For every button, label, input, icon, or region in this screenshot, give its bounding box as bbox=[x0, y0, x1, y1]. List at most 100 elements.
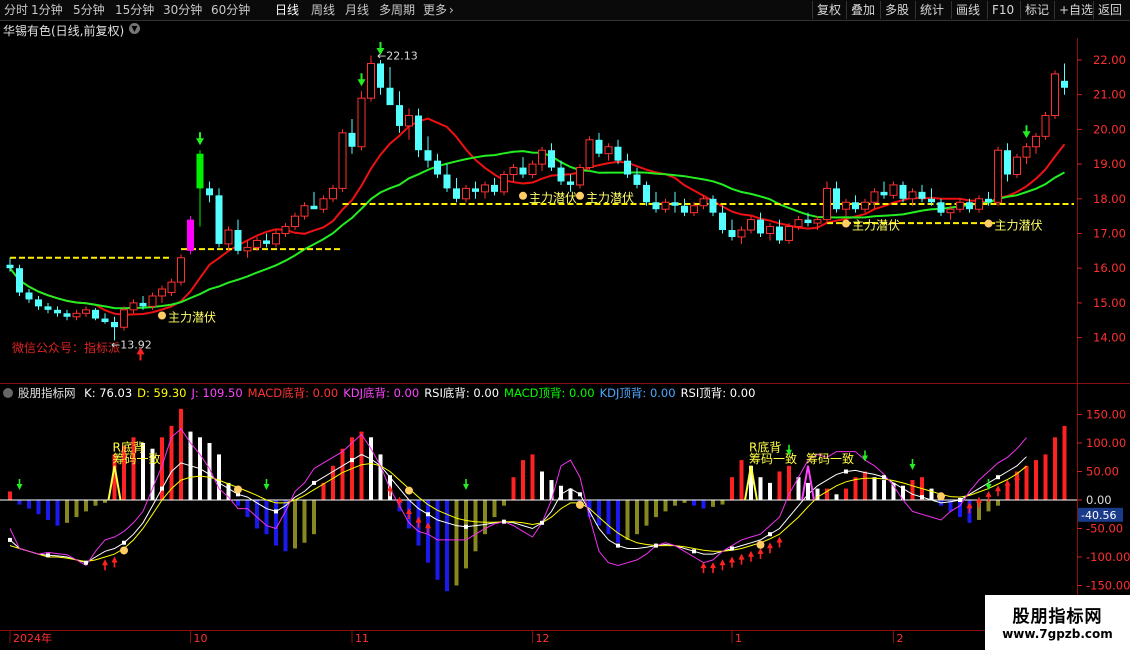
candle-body-95 bbox=[908, 191, 917, 200]
indicator-bar-111 bbox=[1062, 425, 1067, 500]
green-arrow-down-icon bbox=[1022, 125, 1031, 139]
red-arrow-up-icon bbox=[719, 559, 726, 571]
candle-body-90 bbox=[861, 201, 869, 210]
indicator-bar-97 bbox=[929, 488, 934, 500]
candle-body-7 bbox=[72, 312, 81, 318]
candle-body-62 bbox=[595, 139, 603, 154]
indicator-bar-1 bbox=[17, 500, 22, 505]
k-marker-84 bbox=[806, 492, 810, 497]
ind-tick-label-5: -100.00 bbox=[1086, 550, 1130, 564]
indicator-bar-77 bbox=[739, 460, 744, 500]
indicator-value-7: KDJ顶背: 0.00 bbox=[599, 386, 676, 400]
hand-icon bbox=[405, 486, 413, 495]
k-marker-104 bbox=[996, 475, 1000, 480]
candle-body-24 bbox=[234, 230, 242, 251]
k-marker-32 bbox=[312, 480, 316, 485]
indicator-annotation-4: 筹码一致 bbox=[806, 452, 854, 466]
indicator-bar-80 bbox=[768, 482, 772, 500]
main-chart: 微信公众号：指标派 14.00 15.00 16.00 17.00 18.00 19.00 2… bbox=[0, 38, 1130, 650]
green-arrow-down-icon bbox=[909, 459, 916, 471]
indicator-bar-48 bbox=[464, 500, 468, 569]
badge-url: www.7gpzb.com bbox=[1002, 627, 1113, 641]
indicator-value-0: K: 76.03 bbox=[84, 386, 133, 400]
indicator-bar-39 bbox=[378, 454, 383, 500]
candle-body-4 bbox=[44, 306, 52, 310]
candle-body-3 bbox=[35, 299, 42, 307]
text-annotation-1: 主力潜伏 bbox=[529, 191, 577, 205]
ind-tick-label-0: 150.00 bbox=[1086, 408, 1126, 422]
candle-body-31 bbox=[300, 205, 309, 217]
candle-body-40 bbox=[386, 87, 394, 106]
x-label-1: 10 bbox=[194, 632, 208, 645]
candle-body-10 bbox=[101, 318, 109, 322]
candle-body-23 bbox=[224, 229, 233, 245]
ind-tick-label-1: 100.00 bbox=[1086, 436, 1126, 450]
k-marker-12 bbox=[122, 540, 126, 545]
indicator-value-2: J: 109.50 bbox=[191, 386, 243, 400]
ind-tick-label-4: -50.00 bbox=[1086, 522, 1123, 536]
indicator-bar-32 bbox=[312, 500, 316, 535]
candle-body-28 bbox=[272, 233, 280, 245]
green-arrow-down-icon bbox=[862, 450, 868, 462]
candle-body-5 bbox=[54, 309, 61, 314]
ind-tick-label-6: -150.00 bbox=[1086, 579, 1130, 593]
candle-body-35 bbox=[338, 132, 347, 189]
green-arrow-down-icon bbox=[263, 479, 270, 490]
text-annotation-2: 主力潜伏 bbox=[586, 191, 634, 205]
candle-body-91 bbox=[870, 191, 879, 203]
candle-body-72 bbox=[690, 205, 698, 214]
candle-body-102 bbox=[975, 198, 983, 210]
indicator-value-5: RSI底背: 0.00 bbox=[424, 386, 500, 400]
red-arrow-up-icon bbox=[710, 562, 716, 574]
red-arrow-up-icon bbox=[425, 522, 431, 534]
indicator-bar-72 bbox=[692, 500, 696, 506]
x-label-0: 2024年 bbox=[13, 631, 52, 645]
candle-body-88 bbox=[842, 201, 850, 210]
candle-body-37 bbox=[357, 97, 366, 148]
candle-body-9 bbox=[92, 309, 99, 319]
indicator-bar-35 bbox=[340, 448, 345, 500]
candle-body-30 bbox=[291, 215, 299, 228]
hand-icon bbox=[158, 311, 166, 320]
red-arrow-up-icon bbox=[700, 562, 707, 574]
red-arrow-up-icon bbox=[111, 556, 118, 568]
candle-body-14 bbox=[139, 302, 147, 307]
indicator-bar-67 bbox=[644, 500, 649, 526]
candle-body-47 bbox=[453, 188, 460, 199]
indicator-bar-84 bbox=[806, 482, 810, 500]
settings-icon[interactable] bbox=[3, 388, 13, 398]
indicator-legend: 股朋指标网 K: 76.03 D: 59.30 J: 109.50 MACD底背: 0… bbox=[0, 385, 1077, 402]
candle-body-87 bbox=[833, 188, 840, 210]
candle-body-61 bbox=[585, 139, 594, 169]
hand-icon bbox=[519, 191, 527, 200]
indicator-bar-54 bbox=[521, 460, 525, 500]
candle-body-73 bbox=[699, 198, 708, 207]
indicator-bar-57 bbox=[549, 480, 554, 500]
k-marker-56 bbox=[540, 520, 544, 525]
indicator-bar-52 bbox=[502, 500, 506, 506]
k-marker-40 bbox=[388, 475, 392, 480]
indicator-bar-59 bbox=[568, 488, 573, 500]
candle-body-21 bbox=[206, 188, 213, 196]
price-annotation-0: ←22.13 bbox=[377, 49, 418, 62]
k-marker-92 bbox=[882, 475, 886, 480]
candle-body-110 bbox=[1051, 73, 1059, 117]
candle-body-0 bbox=[6, 264, 14, 269]
candle-body-26 bbox=[253, 239, 261, 248]
k-marker-72 bbox=[692, 549, 696, 554]
red-arrow-up-icon bbox=[966, 502, 973, 514]
k-marker-0 bbox=[8, 537, 12, 542]
indicator-bar-55 bbox=[530, 454, 535, 500]
candle-body-60 bbox=[576, 167, 584, 186]
candle-body-39 bbox=[377, 63, 384, 88]
k-marker-88 bbox=[844, 469, 848, 474]
indicator-bar-87 bbox=[834, 494, 839, 500]
indicator-bar-88 bbox=[844, 488, 848, 500]
watermark-badge: 股朋指标网 www.7gpzb.com bbox=[985, 595, 1130, 650]
candle-body-36 bbox=[348, 132, 356, 147]
candle-body-82 bbox=[785, 226, 793, 241]
ind-tick-label-2: 50.00 bbox=[1086, 465, 1119, 479]
indicator-bar-75 bbox=[720, 500, 725, 505]
hand-icon bbox=[756, 540, 765, 549]
price-tick-label-5: 19.00 bbox=[1093, 157, 1126, 171]
